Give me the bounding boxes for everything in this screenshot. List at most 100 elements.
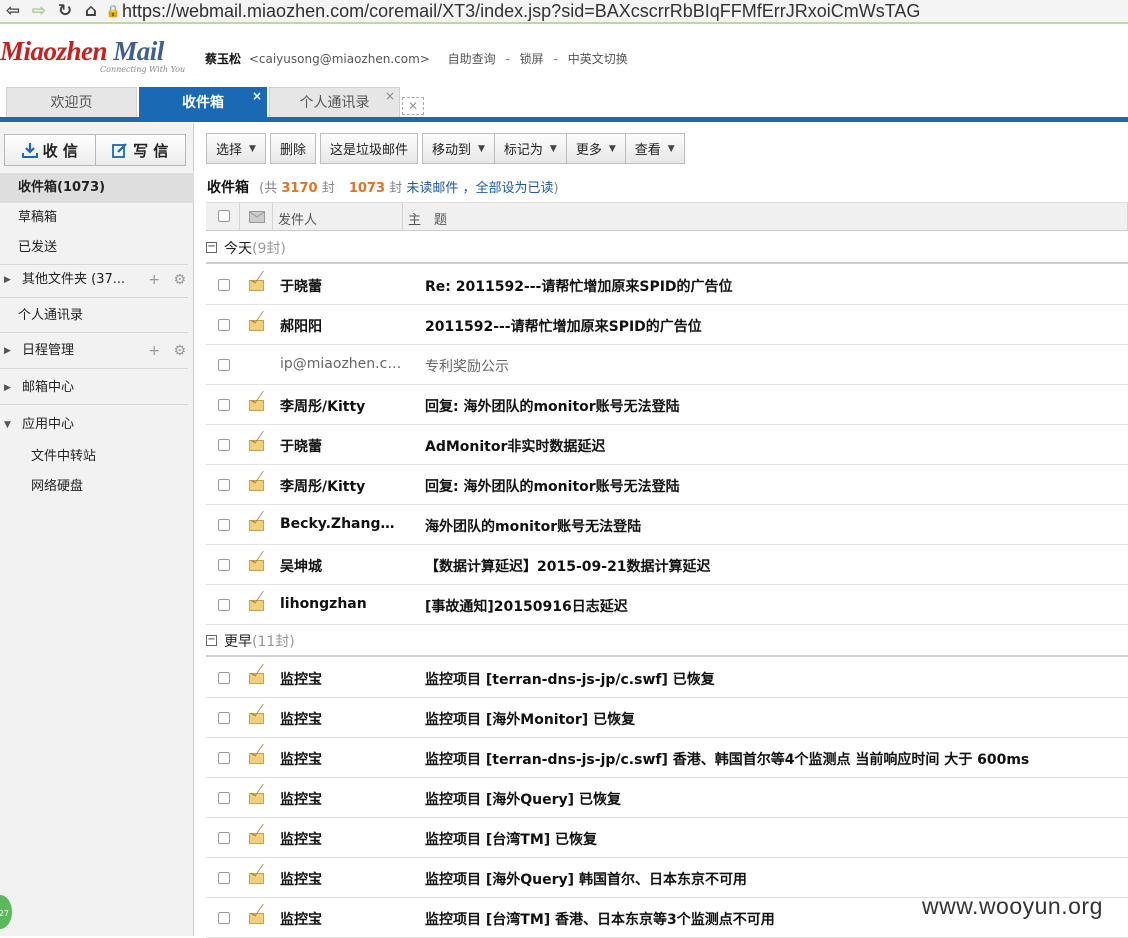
- row-checkbox[interactable]: [218, 279, 230, 291]
- list-item[interactable]: 监控宝 监控项目 [海外Monitor] 已恢复: [206, 698, 1128, 738]
- close-icon[interactable]: ×: [252, 81, 262, 111]
- row-checkbox[interactable]: [218, 752, 230, 764]
- list-item[interactable]: 于晓蕾 AdMonitor非实时数据延迟: [206, 425, 1128, 465]
- mark-as-button[interactable]: 标记为 ▼: [493, 133, 567, 164]
- chevron-down-icon: ▼: [549, 143, 557, 154]
- row-checkbox[interactable]: [218, 672, 230, 684]
- row-checkbox[interactable]: [218, 559, 230, 571]
- row-sender: 监控宝: [280, 912, 322, 928]
- row-sender: 监控宝: [280, 832, 322, 848]
- row-checkbox[interactable]: [218, 439, 230, 451]
- list-item[interactable]: 监控宝 监控项目 [台湾TM] 已恢复: [206, 818, 1128, 858]
- back-icon[interactable]: ⇦: [0, 1, 26, 21]
- url-field[interactable]: https://webmail.miaozhen.com/coremail/XT…: [122, 1, 920, 22]
- mail-status-icon[interactable]: [249, 211, 265, 223]
- list-item[interactable]: 于晓蕾 Re: 2011592---请帮忙增加原来SPID的广告位: [206, 265, 1128, 305]
- row-sender: 吴坤城: [280, 559, 322, 575]
- forward-icon[interactable]: ⇨: [26, 1, 52, 21]
- row-checkbox[interactable]: [218, 912, 230, 924]
- row-sender: ip@miaozhen.com: [280, 356, 405, 372]
- row-checkbox[interactable]: [218, 599, 230, 611]
- row-checkbox[interactable]: [218, 399, 230, 411]
- sidebar-item-netdisk[interactable]: 网络硬盘: [0, 472, 194, 502]
- sidebar-item-calendar[interactable]: ▶ 日程管理 + ⚙: [0, 336, 194, 366]
- row-checkbox[interactable]: [218, 712, 230, 724]
- home-icon[interactable]: ⌂: [78, 1, 104, 21]
- move-to-button[interactable]: 移动到 ▼: [421, 133, 495, 164]
- row-checkbox[interactable]: [218, 832, 230, 844]
- sidebar-item-other-folders[interactable]: ▶ 其他文件夹 (37... + ⚙: [0, 265, 194, 295]
- list-item[interactable]: 吴坤城 【数据计算延迟】2015-09-21数据计算延迟: [206, 545, 1128, 585]
- tab-inbox[interactable]: 收件箱 ×: [139, 87, 267, 119]
- row-sender: lihongzhan: [280, 596, 367, 612]
- list-item[interactable]: 郝阳阳 2011592---请帮忙增加原来SPID的广告位: [206, 305, 1128, 345]
- row-sender: Becky.Zhang@...: [280, 516, 405, 532]
- unread-filter-link[interactable]: 未读邮件: [406, 181, 458, 196]
- chevron-down-icon: ▼: [249, 143, 256, 154]
- list-item[interactable]: 李周彤/Kitty 回复: 海外团队的monitor账号无法登陆: [206, 465, 1128, 505]
- delete-button[interactable]: 删除: [269, 133, 316, 164]
- select-all-checkbox[interactable]: [218, 210, 230, 222]
- more-button[interactable]: 更多 ▼: [565, 133, 626, 164]
- lock-screen-link[interactable]: 锁屏: [520, 52, 544, 66]
- mark-spam-button[interactable]: 这是垃圾邮件: [319, 133, 418, 164]
- unread-envelope-icon: [249, 913, 264, 924]
- unread-envelope-icon: [249, 520, 264, 531]
- close-all-tabs-icon[interactable]: ✕: [402, 97, 424, 115]
- sidebar-item-contacts[interactable]: 个人通讯录: [0, 301, 194, 331]
- row-sender: 监控宝: [280, 712, 322, 728]
- list-item[interactable]: 李周彤/Kitty 回复: 海外团队的monitor账号无法登陆: [206, 385, 1128, 425]
- group-header-today[interactable]: − 今天(9封): [206, 232, 1128, 264]
- unread-envelope-icon: [249, 833, 264, 844]
- close-icon[interactable]: ×: [385, 81, 395, 111]
- tab-contacts[interactable]: 个人通讯录 ×: [269, 87, 400, 117]
- tab-welcome[interactable]: 欢迎页: [6, 87, 137, 117]
- row-checkbox[interactable]: [218, 872, 230, 884]
- unread-envelope-icon: [249, 600, 264, 611]
- add-icon[interactable]: +: [148, 272, 160, 288]
- row-checkbox[interactable]: [218, 359, 230, 371]
- column-from[interactable]: 发件人: [278, 209, 317, 228]
- list-item[interactable]: Becky.Zhang@... 海外团队的monitor账号无法登陆: [206, 505, 1128, 545]
- view-button[interactable]: 查看 ▼: [624, 133, 685, 164]
- sidebar-item-appcenter[interactable]: ▼ 应用中心: [0, 410, 194, 440]
- expand-arrow-icon[interactable]: ▶: [4, 336, 11, 366]
- group-header-earlier[interactable]: − 更早(11封): [206, 625, 1128, 657]
- row-checkbox[interactable]: [218, 479, 230, 491]
- sidebar-item-file-transfer[interactable]: 文件中转站: [0, 442, 194, 472]
- select-button[interactable]: 选择 ▼: [206, 133, 266, 164]
- sidebar-item-inbox[interactable]: 收件箱(1073): [0, 173, 194, 203]
- list-item[interactable]: ip@miaozhen.com 专利奖励公示: [206, 345, 1128, 385]
- self-service-link[interactable]: 自助查询: [448, 52, 496, 66]
- list-item[interactable]: 监控宝 监控项目 [海外Query] 韩国首尔、日本东京不可用: [206, 858, 1128, 898]
- list-item[interactable]: lihongzhan [事故通知]20150916日志延迟: [206, 585, 1128, 625]
- mark-all-read-link[interactable]: ，全部设为已读: [462, 181, 553, 196]
- user-name: 蔡玉松: [205, 52, 242, 66]
- row-checkbox[interactable]: [218, 792, 230, 804]
- mail-toolbar: 选择 ▼ 删除 这是垃圾邮件 移动到 ▼ 标记为 ▼ 更多 ▼ 查看 ▼: [206, 133, 685, 164]
- divider: [239, 203, 240, 231]
- language-switch-link[interactable]: 中英文切换: [568, 52, 628, 66]
- expand-arrow-icon[interactable]: ▶: [4, 265, 11, 295]
- column-subject[interactable]: 主 题: [408, 209, 447, 228]
- list-item[interactable]: 监控宝 监控项目 [海外Query] 已恢复: [206, 778, 1128, 818]
- tab-bar: 欢迎页 收件箱 × 个人通讯录 × ✕: [0, 86, 1128, 122]
- sidebar-item-mailcenter[interactable]: ▶ 邮箱中心: [0, 373, 194, 403]
- gear-icon[interactable]: ⚙: [173, 272, 186, 288]
- expand-arrow-icon[interactable]: ▶: [4, 373, 11, 403]
- list-item[interactable]: 监控宝 监控项目 [terran-dns-js-jp/c.swf] 已恢复: [206, 658, 1128, 698]
- add-icon[interactable]: +: [148, 343, 160, 359]
- chevron-down-icon: ▼: [477, 143, 485, 154]
- row-checkbox[interactable]: [218, 319, 230, 331]
- sidebar-item-sent[interactable]: 已发送: [0, 233, 194, 263]
- sidebar-item-drafts[interactable]: 草稿箱: [0, 203, 194, 233]
- receive-mail-button[interactable]: 收 信: [5, 135, 95, 165]
- gear-icon[interactable]: ⚙: [173, 343, 186, 359]
- list-item[interactable]: 监控宝 监控项目 [terran-dns-js-jp/c.swf] 香港、韩国首尔…: [206, 738, 1128, 778]
- collapse-arrow-icon[interactable]: ▼: [4, 410, 11, 440]
- row-checkbox[interactable]: [218, 519, 230, 531]
- collapse-icon[interactable]: −: [206, 635, 217, 646]
- reload-icon[interactable]: ↻: [52, 1, 78, 21]
- write-mail-button[interactable]: 写 信: [94, 135, 186, 165]
- collapse-icon[interactable]: −: [206, 242, 217, 253]
